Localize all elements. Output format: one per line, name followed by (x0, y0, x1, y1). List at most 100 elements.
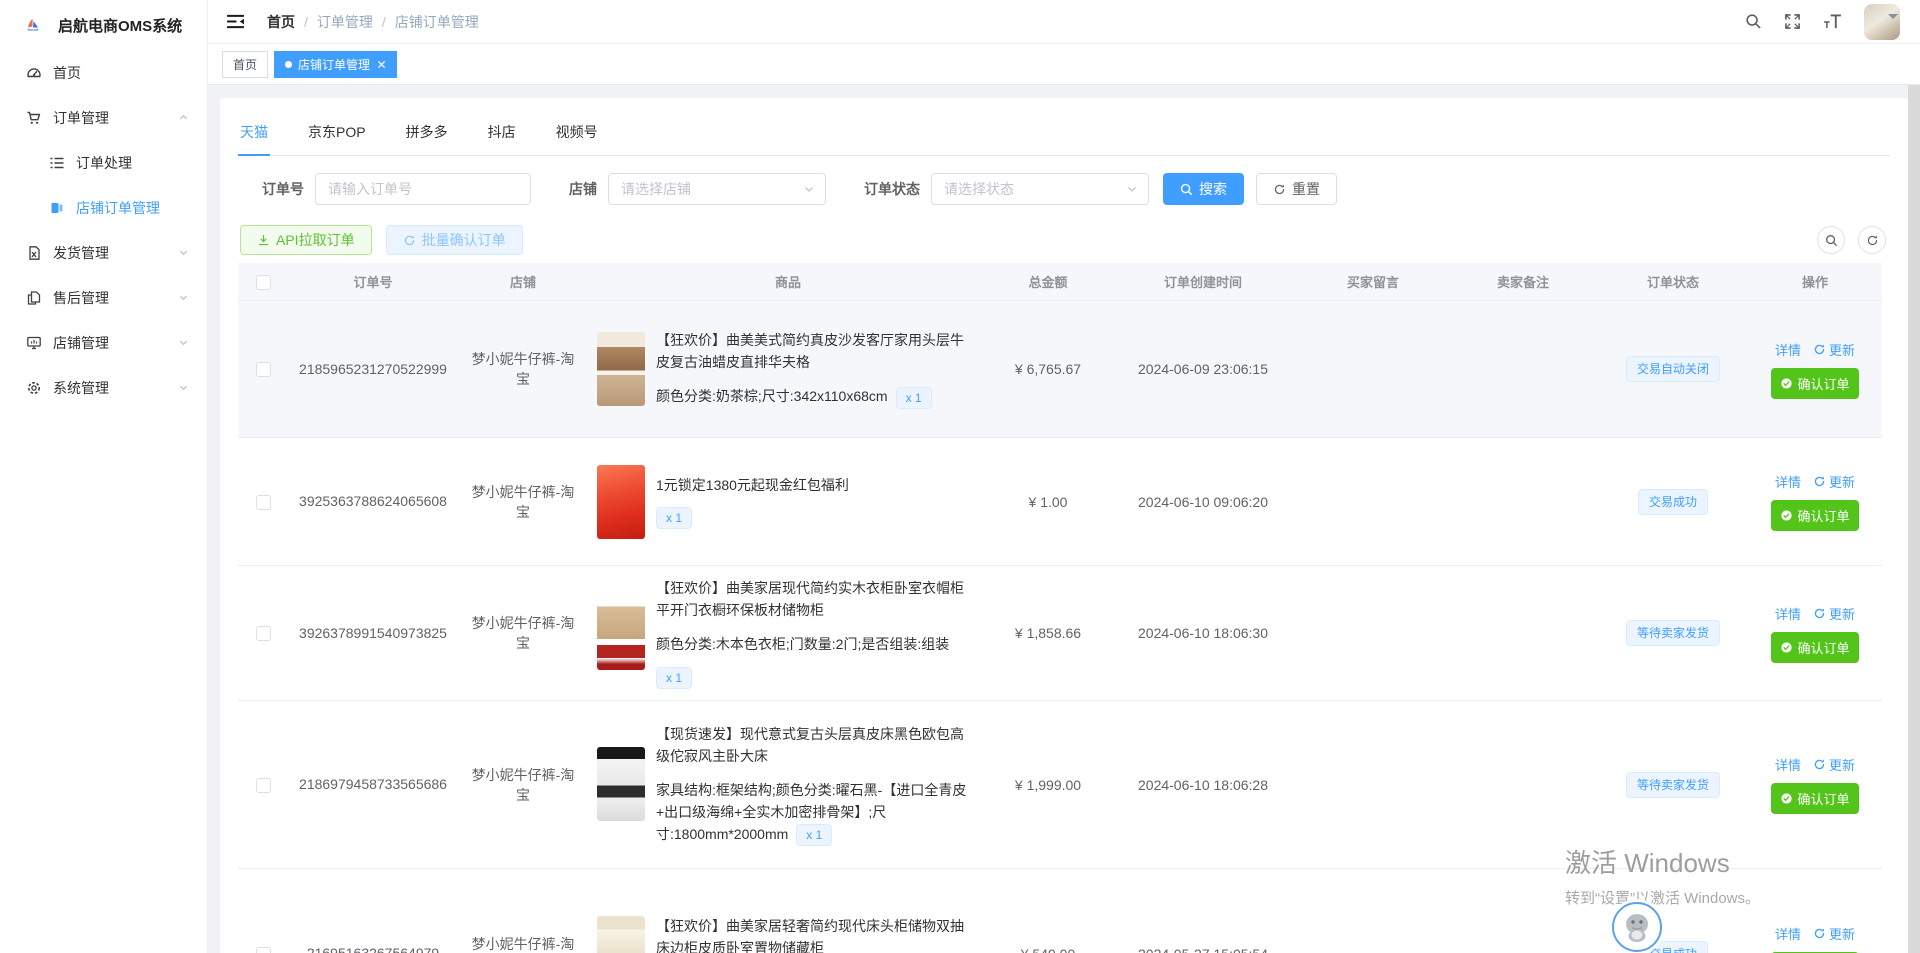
batch-confirm-orders-button[interactable]: 批量确认订单 (386, 225, 523, 255)
sidebar-item-system-mgmt[interactable]: 系统管理 (0, 365, 207, 410)
product-spec: 颜色分类:奶茶棕;尺寸:342x110x68cmx 1 (656, 385, 976, 408)
sidebar-item-label: 店铺订单管理 (76, 198, 160, 218)
order-number: 21695163267564979 (307, 943, 439, 953)
row-checkbox[interactable] (256, 362, 271, 377)
chevron-down-icon (178, 247, 189, 258)
order-created-time: 2024-06-09 23:06:15 (1108, 361, 1298, 377)
confirm-order-button[interactable]: 确认订单 (1771, 500, 1858, 531)
caret-down-icon (1888, 14, 1898, 24)
chevron-down-icon (803, 183, 815, 195)
shop-name: 梦小妮牛仔裤-淘宝 (458, 482, 588, 522)
chevron-down-icon (178, 292, 189, 303)
status-select[interactable]: 请选择状态 (931, 173, 1149, 205)
sidebar-collapse-icon[interactable] (222, 10, 249, 33)
search-icon[interactable] (1745, 13, 1762, 30)
tab-tmall[interactable]: 天猫 (238, 108, 288, 155)
qty-badge: x 1 (896, 387, 932, 409)
tag-view-bar: 首页 店铺订单管理 (208, 44, 1920, 85)
status-group: 订单状态 请选择状态 (864, 173, 1149, 205)
search-circle-button[interactable] (1817, 226, 1845, 254)
check-circle-icon (1780, 509, 1793, 522)
tab-shipinhao[interactable]: 视频号 (536, 108, 618, 155)
product-image (597, 465, 645, 539)
breadcrumb-order-mgmt[interactable]: 订单管理 (317, 12, 373, 32)
chevron-down-icon (1126, 183, 1138, 195)
check-circle-icon (1780, 792, 1793, 805)
tab-pdd[interactable]: 拼多多 (386, 108, 468, 155)
detail-link[interactable]: 详情 (1775, 755, 1801, 774)
shop-group: 店铺 请选择店铺 (569, 173, 826, 205)
top-navbar: 首页 / 订单管理 / 店铺订单管理 (208, 0, 1920, 44)
navbar-right (1745, 4, 1898, 40)
row-operations: 详情更新确认订单 (1757, 924, 1873, 953)
confirm-order-button[interactable]: 确认订单 (1771, 783, 1858, 814)
font-size-icon[interactable] (1823, 14, 1842, 29)
shop-name: 梦小妮牛仔裤-淘宝 (458, 765, 588, 805)
sidebar-item-label: 订单管理 (53, 108, 109, 128)
detail-link[interactable]: 详情 (1775, 472, 1801, 491)
sidebar-item-shop-order-mgmt[interactable]: 店铺订单管理 (0, 185, 207, 230)
order-amount: ¥ 1,999.00 (988, 777, 1108, 793)
breadcrumb-home[interactable]: 首页 (267, 12, 295, 32)
row-checkbox[interactable] (256, 778, 271, 793)
order-no-input[interactable] (315, 173, 531, 205)
product-spec: 家具结构:框架结构;颜色分类:曜石黑-【进口全青皮+出口级海绵+全实木加密排骨架… (656, 779, 976, 846)
batch-confirm-label: 批量确认订单 (422, 230, 506, 250)
assistant-robot-icon[interactable] (1612, 902, 1662, 952)
refresh-circle-button[interactable] (1858, 226, 1886, 254)
update-link[interactable]: 更新 (1813, 604, 1855, 623)
search-button[interactable]: 搜索 (1163, 173, 1244, 205)
tab-douyin[interactable]: 抖店 (468, 108, 536, 155)
confirm-order-label: 确认订单 (1797, 374, 1849, 393)
confirm-order-button[interactable]: 确认订单 (1771, 632, 1858, 663)
col-product: 商品 (588, 272, 988, 291)
product-title: 【现货速发】现代意式复古头层真皮床黑色欧包高级佗寂风主卧大床 (656, 723, 976, 767)
col-order-no: 订单号 (288, 272, 458, 291)
refresh-icon (1813, 475, 1826, 488)
table-tools (1817, 226, 1886, 254)
refresh-icon (1866, 234, 1879, 247)
product-title: 【狂欢价】曲美家居现代简约实木衣柜卧室衣帽柜平开门衣橱环保板材储物柜 (656, 577, 976, 621)
sidebar-item-home[interactable]: 首页 (0, 50, 207, 95)
detail-link[interactable]: 详情 (1775, 924, 1801, 943)
status-select-placeholder: 请选择状态 (944, 179, 1014, 199)
detail-link[interactable]: 详情 (1775, 340, 1801, 359)
sidebar-item-label: 发货管理 (53, 243, 109, 263)
vertical-scrollbar[interactable] (1908, 85, 1920, 953)
row-operations: 详情更新确认订单 (1757, 604, 1873, 663)
update-link[interactable]: 更新 (1813, 924, 1855, 943)
tag-label: 首页 (233, 56, 257, 73)
product-info: 【现货速发】现代意式复古头层真皮床黑色欧包高级佗寂风主卧大床家具结构:框架结构;… (656, 723, 976, 846)
select-all-checkbox[interactable] (256, 275, 271, 290)
tab-jd-pop[interactable]: 京东POP (288, 108, 386, 155)
sidebar-item-order-process[interactable]: 订单处理 (0, 140, 207, 185)
shop-select-placeholder: 请选择店铺 (621, 179, 691, 199)
shop-select[interactable]: 请选择店铺 (608, 173, 826, 205)
sidebar-item-shop-mgmt[interactable]: 店铺管理 (0, 320, 207, 365)
order-number: 3925363788624065608 (299, 491, 447, 512)
col-buyer-message: 买家留言 (1298, 272, 1448, 291)
tag-label: 店铺订单管理 (298, 56, 370, 73)
detail-link[interactable]: 详情 (1775, 604, 1801, 623)
fullscreen-icon[interactable] (1784, 13, 1801, 30)
close-icon[interactable] (377, 60, 386, 69)
sidebar-item-shipping-mgmt[interactable]: 发货管理 (0, 230, 207, 275)
row-checkbox[interactable] (256, 495, 271, 510)
list-icon (48, 154, 65, 171)
pages-icon (48, 199, 65, 216)
sidebar-item-aftersale-mgmt[interactable]: 售后管理 (0, 275, 207, 320)
confirm-order-button[interactable]: 确认订单 (1771, 368, 1858, 399)
reset-button[interactable]: 重置 (1256, 173, 1337, 205)
tag-home[interactable]: 首页 (222, 51, 268, 78)
sidebar-item-order-mgmt[interactable]: 订单管理 (0, 95, 207, 140)
order-number: 3926378991540973825 (299, 623, 447, 644)
row-checkbox[interactable] (256, 947, 271, 953)
update-link[interactable]: 更新 (1813, 755, 1855, 774)
update-link[interactable]: 更新 (1813, 340, 1855, 359)
product-info: 【狂欢价】曲美美式简约真皮沙发客厅家用头层牛皮复古油蜡皮直排华夫格颜色分类:奶茶… (656, 329, 976, 408)
product-spec: 颜色分类:木本色衣柜;门数量:2门;是否组装:组装 (656, 633, 976, 655)
tag-shop-order-mgmt[interactable]: 店铺订单管理 (274, 51, 397, 78)
row-checkbox[interactable] (256, 626, 271, 641)
update-link[interactable]: 更新 (1813, 472, 1855, 491)
api-pull-orders-button[interactable]: API拉取订单 (240, 225, 372, 255)
